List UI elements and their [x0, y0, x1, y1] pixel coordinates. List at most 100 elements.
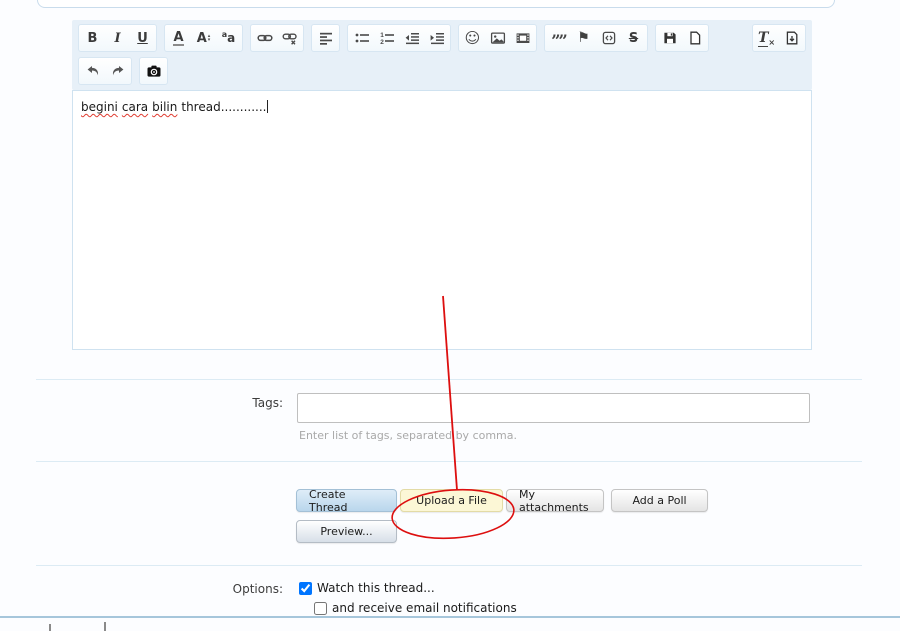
media-group: ☺ [458, 24, 537, 52]
text-color-icon: A [173, 31, 183, 46]
toggle-editor-button[interactable] [779, 26, 804, 50]
toggle-bbcode-icon [784, 30, 800, 46]
format-group: B I U [78, 24, 157, 52]
floppy-disk-icon [662, 30, 678, 46]
image-icon [490, 30, 506, 46]
flag-icon: ⚑ [577, 30, 590, 46]
indent-icon [429, 30, 445, 46]
italic-button[interactable]: I [105, 26, 130, 50]
numbered-list-button[interactable]: 1 2 [374, 26, 399, 50]
quote-icon: ”” [551, 30, 565, 46]
indent-button[interactable] [424, 26, 449, 50]
email-notification-option: and receive email notifications [314, 601, 517, 615]
unlink-button[interactable] [277, 26, 302, 50]
tags-label: Tags: [150, 396, 283, 410]
smilies-button[interactable]: ☺ [460, 26, 485, 50]
upload-file-button[interactable]: Upload a File [400, 489, 503, 512]
align-group [311, 24, 340, 52]
bold-icon: B [88, 31, 98, 46]
remove-formatting-icon: T× [758, 30, 775, 47]
bullet-list-icon [354, 30, 370, 46]
misspelled-word: bilin [152, 100, 177, 114]
tags-input[interactable] [297, 393, 810, 423]
font-size-arrows-icon: ▴▾ [208, 34, 211, 42]
insert-link-button[interactable] [252, 26, 277, 50]
blank-page-icon [687, 30, 703, 46]
font-size-icon: A [197, 31, 207, 46]
add-poll-button[interactable]: Add a Poll [611, 489, 708, 512]
bullet-list-button[interactable] [349, 26, 374, 50]
clipped-text-fragment [49, 624, 51, 631]
underline-button[interactable]: U [130, 26, 155, 50]
undo-icon [85, 63, 101, 79]
history-group [78, 57, 132, 85]
undo-button[interactable] [80, 59, 105, 83]
font-size-button[interactable]: A ▴▾ [191, 26, 216, 50]
film-icon [515, 30, 531, 46]
preview-button[interactable]: Preview... [296, 520, 397, 543]
redo-icon [110, 63, 126, 79]
clipped-text-fragment [104, 622, 106, 631]
watch-thread-label: Watch this thread... [317, 581, 435, 595]
section-divider [0, 616, 900, 618]
tags-help-text: Enter list of tags, separated by comma. [299, 429, 517, 442]
strikethrough-icon: S [629, 31, 638, 46]
my-attachments-button[interactable]: My attachments [506, 489, 604, 512]
delete-draft-button[interactable] [682, 26, 707, 50]
italic-icon: I [114, 31, 120, 46]
options-label: Options: [150, 582, 283, 596]
strikethrough-button[interactable]: S [621, 26, 646, 50]
insert-image-button[interactable] [485, 26, 510, 50]
font-group: A A ▴▾ aa [164, 24, 243, 52]
bold-button[interactable]: B [80, 26, 105, 50]
text-color-button[interactable]: A [166, 26, 191, 50]
text-caret [267, 100, 268, 113]
svg-text:1: 1 [380, 32, 384, 39]
svg-text:2: 2 [380, 39, 384, 46]
code-page-icon [601, 30, 617, 46]
message-body-editor[interactable]: begini cara bilin thread............ [72, 90, 812, 350]
code-button[interactable] [596, 26, 621, 50]
quote-button[interactable]: ”” [546, 26, 571, 50]
link-group [250, 24, 304, 52]
utility-group: T× [752, 24, 806, 52]
spoiler-button[interactable]: ⚑ [571, 26, 596, 50]
numbered-list-icon: 1 2 [379, 30, 395, 46]
email-notification-label: and receive email notifications [332, 601, 517, 615]
toolbar-row-2 [78, 57, 806, 85]
insert-media-button[interactable] [510, 26, 535, 50]
underline-icon: U [137, 31, 148, 46]
watch-thread-option: Watch this thread... [299, 581, 435, 595]
thread-title-input[interactable] [37, 0, 835, 8]
link-icon [257, 30, 273, 46]
list-group: 1 2 [347, 24, 451, 52]
smiley-icon: ☺ [465, 29, 481, 47]
block-group: ”” ⚑ S [544, 24, 648, 52]
draft-group [655, 24, 709, 52]
font-family-button[interactable]: aa [216, 26, 241, 50]
separator [36, 565, 862, 566]
camera-button[interactable] [141, 59, 166, 83]
align-left-icon [318, 30, 334, 46]
remove-formatting-button[interactable]: T× [754, 26, 779, 50]
separator [36, 461, 862, 462]
capture-group [139, 57, 168, 85]
create-thread-button[interactable]: Create Thread [296, 489, 397, 512]
outdent-button[interactable] [399, 26, 424, 50]
editor-toolbar: B I U A A ▴▾ aa [72, 20, 812, 90]
watch-thread-checkbox[interactable] [299, 582, 312, 595]
toolbar-row-1: B I U A A ▴▾ aa [78, 24, 806, 52]
font-family-icon: aa [222, 31, 236, 46]
editor-text: thread............ [181, 100, 266, 114]
separator [36, 379, 862, 380]
alignment-button[interactable] [313, 26, 338, 50]
misspelled-word: begini [81, 100, 118, 114]
unlink-icon [282, 30, 298, 46]
camera-icon [146, 63, 162, 79]
outdent-icon [404, 30, 420, 46]
misspelled-word: cara [122, 100, 148, 114]
email-notification-checkbox[interactable] [314, 602, 327, 615]
rich-text-editor: B I U A A ▴▾ aa [72, 20, 812, 350]
redo-button[interactable] [105, 59, 130, 83]
save-draft-button[interactable] [657, 26, 682, 50]
